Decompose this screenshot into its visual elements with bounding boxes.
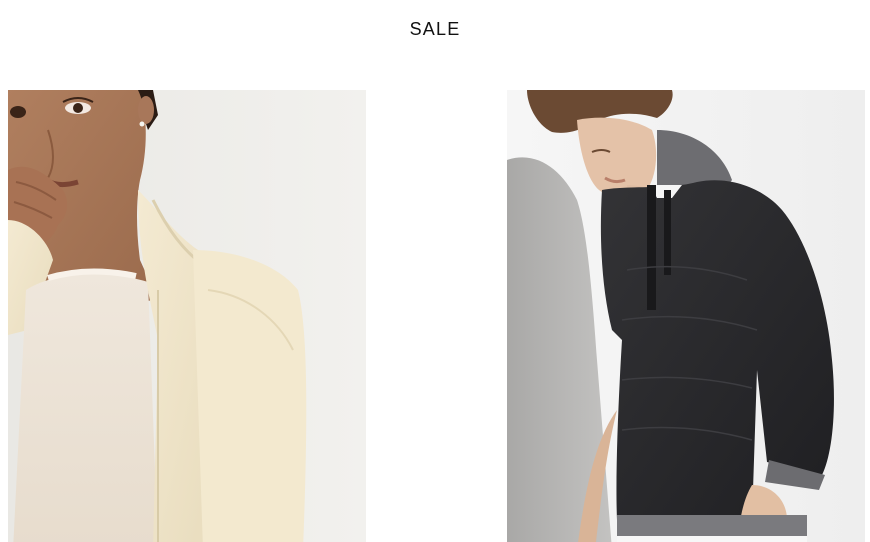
product-image-hoodie bbox=[507, 90, 865, 542]
product-tile-hoodie[interactable] bbox=[507, 90, 865, 542]
product-image-cardigan bbox=[8, 90, 366, 542]
page-title: SALE bbox=[409, 19, 461, 39]
sale-page: SALE bbox=[0, 0, 870, 542]
product-tile-cardigan[interactable] bbox=[8, 90, 366, 542]
